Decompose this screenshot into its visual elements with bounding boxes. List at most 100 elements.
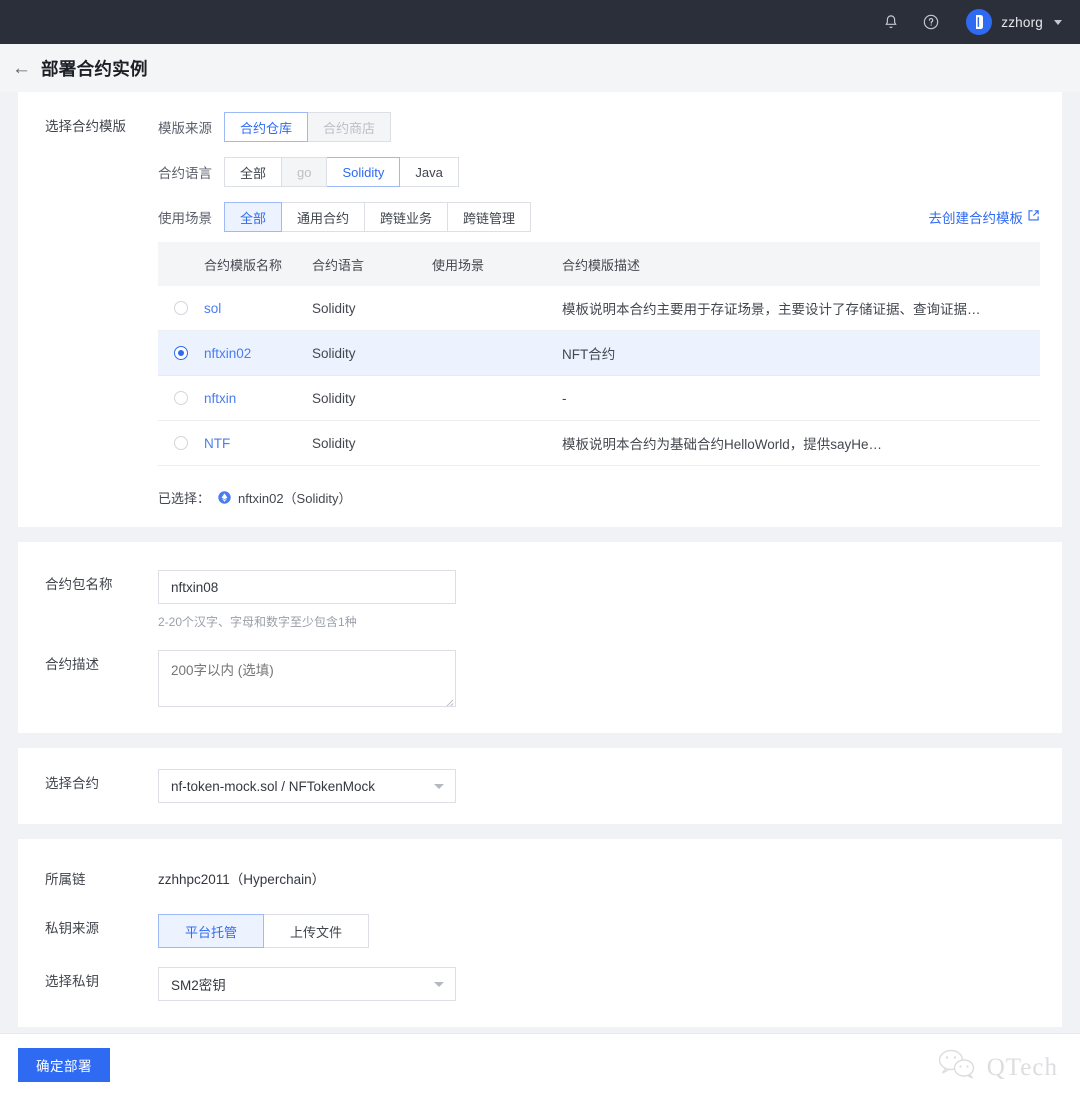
back-arrow-icon[interactable]: ← <box>12 59 31 78</box>
selected-summary-value: nftxin02（Solidity） <box>238 491 352 506</box>
user-menu[interactable]: zzhorg <box>966 9 1062 35</box>
row-radio-cell[interactable] <box>158 346 204 360</box>
table-row[interactable]: nftxin02 Solidity NFT合约 <box>158 331 1040 376</box>
seg-scene-all[interactable]: 全部 <box>224 202 283 232</box>
wechat-icon <box>936 1048 980 1087</box>
seg-source-repo[interactable]: 合约仓库 <box>224 112 309 142</box>
contract-select-label: 选择合约 <box>45 776 99 791</box>
key-source-row: 私钥来源 平台托管 上传文件 <box>18 914 1062 948</box>
row-desc: - <box>562 390 567 406</box>
row-lang: Solidity <box>312 300 356 316</box>
filter-language-group: 全部 go Solidity Java <box>224 157 459 187</box>
radio-icon[interactable] <box>174 436 188 450</box>
chain-label: 所属链 <box>45 872 86 887</box>
row-lang: Solidity <box>312 435 356 451</box>
template-table: 合约模版名称 合约语言 使用场景 合约模版描述 sol Solidity 模板说… <box>158 242 1040 466</box>
seg-key-platform[interactable]: 平台托管 <box>158 914 265 948</box>
table-header-desc: 合约模版描述 <box>562 257 641 273</box>
table-row[interactable]: sol Solidity 模板说明本合约主要用于存证场景，主要设计了存储证据、查… <box>158 286 1040 331</box>
package-name-input[interactable] <box>158 570 456 604</box>
chain-row: 所属链 zzhhpc2011（Hyperchain） <box>18 865 1062 895</box>
table-row[interactable]: NTF Solidity 模板说明本合约为基础合约HelloWorld，提供sa… <box>158 421 1040 466</box>
selected-summary-prefix: 已选择： <box>158 491 211 506</box>
template-section-label: 选择合约模版 <box>45 119 126 134</box>
page-title: 部署合约实例 <box>41 58 148 79</box>
panel-package-info: 合约包名称 2-20个汉字、字母和数字至少包含1种 合约描述 <box>18 542 1062 733</box>
create-template-link[interactable]: 去创建合约模板 <box>929 207 1041 227</box>
filter-scene: 使用场景 全部 通用合约 跨链业务 跨链管理 去创建合约模板 <box>158 202 1062 232</box>
chevron-down-icon[interactable] <box>434 783 444 789</box>
row-name[interactable]: sol <box>204 301 312 316</box>
key-select[interactable]: SM2密钥 <box>158 967 456 1001</box>
filter-scene-group: 全部 通用合约 跨链业务 跨链管理 <box>224 202 532 232</box>
radio-icon[interactable] <box>174 301 188 315</box>
external-link-icon <box>1027 209 1040 225</box>
panel-chain-key: 所属链 zzhhpc2011（Hyperchain） 私钥来源 平台托管 上传文… <box>18 839 1062 1027</box>
seg-lang-go: go <box>282 157 328 187</box>
key-source-label: 私钥来源 <box>45 921 99 936</box>
row-desc: 模板说明本合约为基础合约HelloWorld，提供sayHe… <box>562 437 883 452</box>
selected-summary: 已选择： nftxin02（Solidity） <box>158 488 1062 507</box>
row-radio-cell[interactable] <box>158 436 204 450</box>
key-select-value: SM2密钥 <box>171 978 226 993</box>
key-select-label: 选择私钥 <box>45 974 99 989</box>
filter-language: 合约语言 全部 go Solidity Java <box>158 157 1062 187</box>
watermark: QTech <box>936 1048 1058 1087</box>
contract-template-icon <box>217 490 232 505</box>
filter-source-group: 合约仓库 合约商店 <box>224 112 392 142</box>
package-name-row: 合约包名称 2-20个汉字、字母和数字至少包含1种 <box>18 570 1062 630</box>
table-header-scene: 使用场景 <box>432 257 485 273</box>
table-header-row: 合约模版名称 合约语言 使用场景 合约模版描述 <box>158 242 1040 286</box>
key-source-group: 平台托管 上传文件 <box>158 914 370 948</box>
table-header-lang: 合约语言 <box>312 257 365 273</box>
seg-scene-crosschain-mgmt[interactable]: 跨链管理 <box>448 202 532 232</box>
radio-icon[interactable] <box>174 391 188 405</box>
filter-source-caption: 模版来源 <box>158 121 212 136</box>
package-desc-label: 合约描述 <box>45 657 99 672</box>
table-header-name: 合约模版名称 <box>204 257 283 273</box>
help-icon[interactable] <box>922 13 940 31</box>
row-radio-cell[interactable] <box>158 391 204 405</box>
panel-contract-select: 选择合约 nf-token-mock.sol / NFTokenMock <box>18 748 1062 824</box>
seg-key-upload[interactable]: 上传文件 <box>264 914 370 948</box>
confirm-deploy-button[interactable]: 确定部署 <box>18 1048 110 1082</box>
seg-scene-general[interactable]: 通用合约 <box>282 202 366 232</box>
contract-select-row: 选择合约 nf-token-mock.sol / NFTokenMock <box>18 769 1062 803</box>
filter-scene-caption: 使用场景 <box>158 211 212 226</box>
row-lang: Solidity <box>312 345 356 361</box>
seg-lang-solidity[interactable]: Solidity <box>327 157 401 187</box>
row-desc: 模板说明本合约主要用于存证场景，主要设计了存储证据、查询证据… <box>562 302 981 317</box>
radio-icon[interactable] <box>174 346 188 360</box>
seg-lang-all[interactable]: 全部 <box>224 157 283 187</box>
chevron-down-icon[interactable] <box>1054 19 1062 25</box>
row-name[interactable]: NTF <box>204 436 312 451</box>
row-desc: NFT合约 <box>562 347 616 362</box>
create-template-link-label: 去创建合约模板 <box>928 211 1024 226</box>
filter-language-caption: 合约语言 <box>158 166 212 181</box>
seg-lang-java[interactable]: Java <box>400 157 459 187</box>
filter-source: 模版来源 合约仓库 合约商店 <box>158 112 1062 142</box>
contract-select[interactable]: nf-token-mock.sol / NFTokenMock <box>158 769 456 803</box>
seg-source-store: 合约商店 <box>308 112 392 142</box>
chevron-down-icon[interactable] <box>434 981 444 987</box>
key-select-row: 选择私钥 SM2密钥 <box>18 967 1062 1001</box>
package-desc-field-col <box>158 650 456 707</box>
row-radio-cell[interactable] <box>158 301 204 315</box>
user-name: zzhorg <box>1001 14 1043 30</box>
table-row[interactable]: nftxin Solidity - <box>158 376 1040 421</box>
row-name[interactable]: nftxin <box>204 391 312 406</box>
package-desc-row: 合约描述 <box>18 650 1062 707</box>
avatar <box>966 9 993 35</box>
chain-value: zzhhpc2011（Hyperchain） <box>158 872 326 887</box>
seg-scene-crosschain-biz[interactable]: 跨链业务 <box>365 202 449 232</box>
row-lang: Solidity <box>312 390 356 406</box>
package-name-hint: 2-20个汉字、字母和数字至少包含1种 <box>158 615 357 629</box>
package-name-field-col: 2-20个汉字、字母和数字至少包含1种 <box>158 570 456 630</box>
package-desc-textarea[interactable] <box>158 650 456 707</box>
page-header: ← 部署合约实例 <box>0 44 1080 92</box>
topbar-icon-group <box>882 13 940 31</box>
bell-icon[interactable] <box>882 13 900 31</box>
template-row: 选择合约模版 模版来源 合约仓库 合约商店 合约语言 全部 go Solidit… <box>18 112 1062 507</box>
footer-bar: 确定部署 QTech <box>0 1033 1080 1095</box>
row-name[interactable]: nftxin02 <box>204 346 312 361</box>
